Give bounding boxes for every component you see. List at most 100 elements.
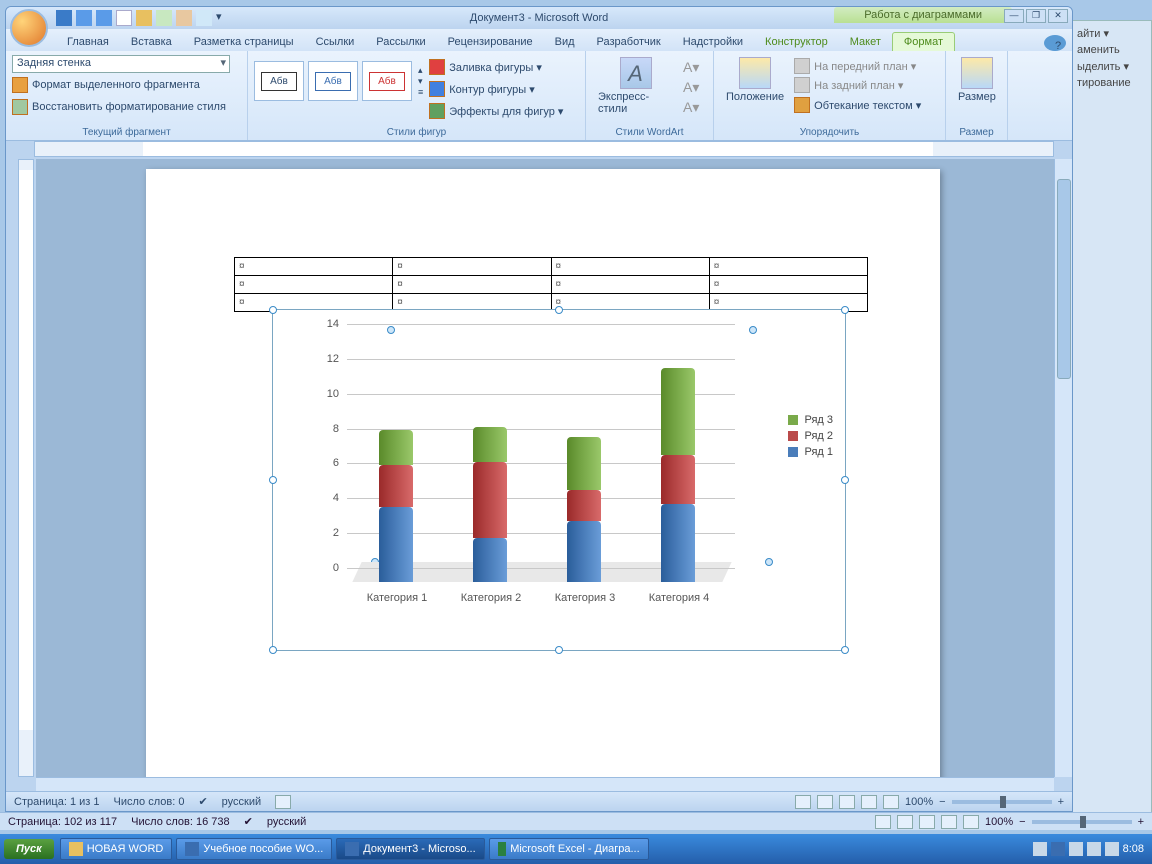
document-page[interactable]: ¤¤¤¤ ¤¤¤¤ ¤¤¤¤ — [146, 169, 940, 777]
chart-element-selector[interactable]: Задняя стенка — [12, 55, 230, 73]
web-view[interactable] — [839, 795, 855, 809]
shape-effects-button[interactable]: Эффекты для фигур ▾ — [429, 101, 563, 121]
text-fill-icon[interactable]: A▾ — [683, 59, 707, 75]
horizontal-scrollbar[interactable] — [36, 777, 1054, 791]
bar-segment[interactable] — [379, 507, 413, 582]
close-button[interactable]: ✕ — [1048, 9, 1068, 23]
tab-developer[interactable]: Разработчик — [586, 33, 672, 51]
ghost-item[interactable]: айти ▾ — [1077, 25, 1147, 42]
outer-page-status[interactable]: Страница: 102 из 117 — [8, 816, 117, 828]
zoom-in[interactable]: + — [1138, 816, 1144, 828]
text-outline-icon[interactable]: A▾ — [683, 79, 707, 95]
text-effects-icon[interactable]: A▾ — [683, 99, 707, 115]
position-button[interactable]: Положение — [720, 55, 790, 105]
view-btn[interactable] — [875, 815, 891, 829]
text-wrap-button[interactable]: Обтекание текстом ▾ — [794, 95, 921, 115]
edit-icon[interactable] — [176, 10, 192, 26]
view-btn[interactable] — [941, 815, 957, 829]
resize-handle[interactable] — [841, 646, 849, 654]
zoom-in-button[interactable]: + — [1058, 796, 1064, 808]
print-layout-view[interactable] — [795, 795, 811, 809]
document-table[interactable]: ¤¤¤¤ ¤¤¤¤ ¤¤¤¤ — [234, 257, 868, 312]
tray-icon[interactable] — [1069, 842, 1083, 856]
tab-design[interactable]: Конструктор — [754, 33, 839, 51]
tray-icon[interactable] — [1105, 842, 1119, 856]
clock[interactable]: 8:08 — [1123, 843, 1144, 855]
tab-references[interactable]: Ссылки — [305, 33, 366, 51]
preview-icon[interactable] — [196, 10, 212, 26]
tab-addins[interactable]: Надстройки — [672, 33, 754, 51]
redo-icon[interactable] — [96, 10, 112, 26]
reset-style-button[interactable]: Восстановить форматирование стиля — [12, 97, 226, 117]
horizontal-ruler[interactable] — [34, 141, 1054, 157]
macro-icon[interactable] — [275, 795, 291, 809]
taskbar-item[interactable]: Учебное пособие WO... — [176, 838, 332, 860]
resize-handle[interactable] — [841, 476, 849, 484]
word-count[interactable]: Число слов: 0 — [114, 796, 185, 808]
resize-handle[interactable] — [841, 306, 849, 314]
shape-outline-button[interactable]: Контур фигуры ▾ — [429, 79, 563, 99]
bar-segment[interactable] — [379, 465, 413, 507]
view-btn[interactable] — [919, 815, 935, 829]
bar-segment[interactable] — [379, 430, 413, 465]
tab-insert[interactable]: Вставка — [120, 33, 183, 51]
bar-segment[interactable] — [567, 490, 601, 521]
tab-home[interactable]: Главная — [56, 33, 120, 51]
office-button[interactable] — [10, 9, 48, 47]
view-btn[interactable] — [897, 815, 913, 829]
bar-segment[interactable] — [661, 504, 695, 582]
legend-item[interactable]: Ряд 2 — [788, 430, 833, 442]
tray-icon[interactable] — [1033, 842, 1047, 856]
tab-review[interactable]: Рецензирование — [437, 33, 544, 51]
view-btn[interactable] — [963, 815, 979, 829]
tray-icon[interactable] — [1087, 842, 1101, 856]
taskbar-item[interactable]: НОВАЯ WORD — [60, 838, 173, 860]
zoom-out-button[interactable]: − — [939, 796, 945, 808]
vertical-scrollbar[interactable] — [1054, 159, 1072, 777]
outer-zoom[interactable]: 100% — [985, 816, 1013, 828]
undo-icon[interactable] — [76, 10, 92, 26]
page-status[interactable]: Страница: 1 из 1 — [14, 796, 100, 808]
tab-chart-layout[interactable]: Макет — [839, 33, 892, 51]
spellcheck-icon[interactable]: ✔ — [198, 795, 207, 808]
open-icon[interactable] — [136, 10, 152, 26]
bar-segment[interactable] — [473, 462, 507, 539]
taskbar-item[interactable]: Microsoft Excel - Диагра... — [489, 838, 649, 860]
wordart-quick-styles[interactable]: A Экспресс-стили — [592, 55, 679, 117]
tab-format[interactable]: Формат — [892, 32, 955, 51]
shape-style-3[interactable]: Абв — [362, 61, 412, 101]
bar-segment[interactable] — [661, 455, 695, 504]
chart-plot-area[interactable]: 02468101214 Категория 1Категория 2Катего… — [313, 324, 737, 602]
plot-handle[interactable] — [749, 326, 757, 334]
zoom-slider[interactable] — [952, 800, 1052, 804]
outline-view[interactable] — [861, 795, 877, 809]
zoom-level[interactable]: 100% — [905, 796, 933, 808]
resize-handle[interactable] — [269, 306, 277, 314]
language-status[interactable]: русский — [222, 796, 261, 808]
fullscreen-view[interactable] — [817, 795, 833, 809]
plot-handle[interactable] — [765, 558, 773, 566]
shape-fill-button[interactable]: Заливка фигуры ▾ — [429, 57, 563, 77]
style-next[interactable]: ▾ — [418, 76, 423, 87]
legend-item[interactable]: Ряд 1 — [788, 446, 833, 458]
style-more[interactable]: ≡ — [418, 87, 423, 97]
chart-object[interactable]: 02468101214 Категория 1Категория 2Катего… — [272, 309, 846, 651]
tab-layout[interactable]: Разметка страницы — [183, 33, 305, 51]
draft-view[interactable] — [883, 795, 899, 809]
size-button[interactable]: Размер — [952, 55, 1002, 105]
new-icon[interactable] — [116, 10, 132, 26]
resize-handle[interactable] — [555, 306, 563, 314]
qat-more-icon[interactable]: ▾ — [216, 10, 232, 26]
style-prev[interactable]: ▴ — [418, 65, 423, 76]
outer-word-count[interactable]: Число слов: 16 738 — [131, 816, 229, 828]
save-icon[interactable] — [56, 10, 72, 26]
spell-icon[interactable] — [156, 10, 172, 26]
start-button[interactable]: Пуск — [4, 839, 54, 859]
maximize-button[interactable]: ❐ — [1026, 9, 1046, 23]
tab-view[interactable]: Вид — [544, 33, 586, 51]
chart-legend[interactable]: Ряд 3Ряд 2Ряд 1 — [788, 410, 833, 462]
resize-handle[interactable] — [269, 476, 277, 484]
resize-handle[interactable] — [555, 646, 563, 654]
outer-language[interactable]: русский — [267, 816, 306, 828]
bar-segment[interactable] — [567, 521, 601, 582]
